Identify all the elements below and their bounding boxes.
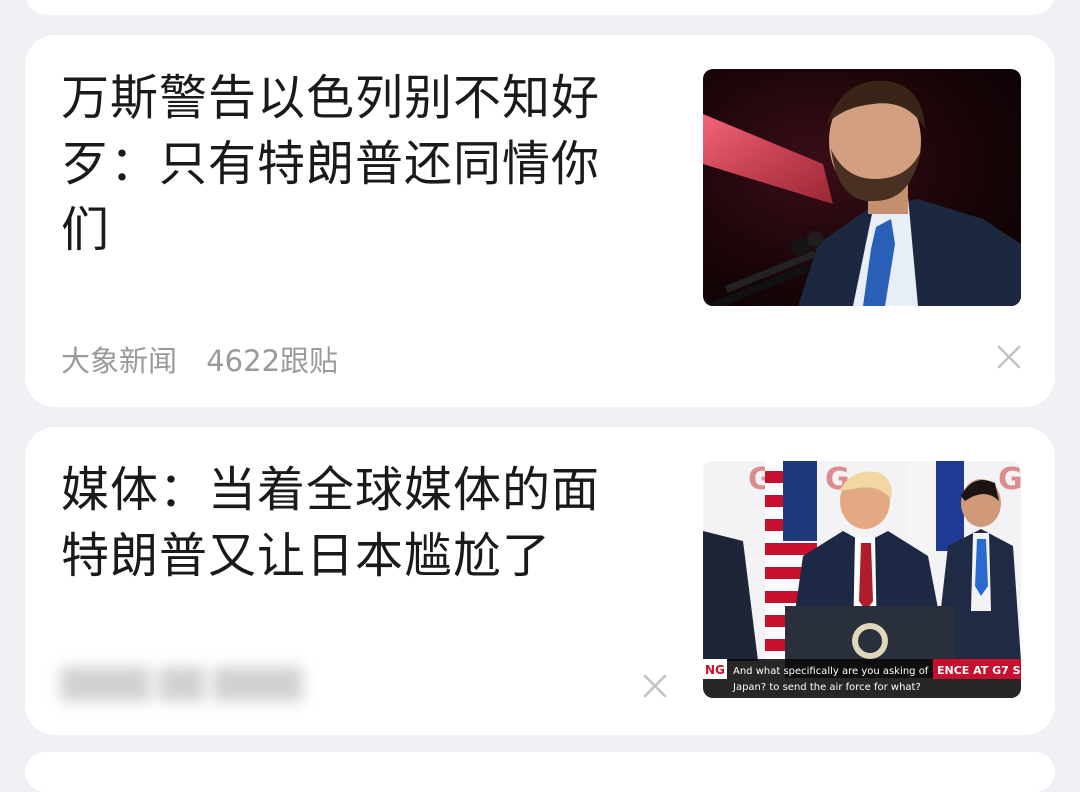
- photo-speaker-podium-icon: [703, 69, 1021, 306]
- news-card[interactable]: 万斯警告以色列别不知好歹：只有特朗普还同情你们 大象新闻 4622跟贴: [25, 35, 1055, 407]
- news-meta-placeholder: ████ ██ ████: [61, 667, 303, 701]
- news-title[interactable]: 媒体：当着全球媒体的面特朗普又让日本尴尬了: [61, 457, 631, 589]
- news-card[interactable]: 媒体：当着全球媒体的面特朗普又让日本尴尬了 G G G G: [25, 427, 1055, 735]
- close-icon[interactable]: [995, 343, 1023, 371]
- feed-card-previous[interactable]: [25, 0, 1055, 15]
- feed-card-next[interactable]: [25, 752, 1055, 792]
- ticker-label: ENCE AT G7 SUM: [937, 664, 1021, 677]
- news-thumbnail[interactable]: G G G G: [703, 461, 1021, 698]
- photo-press-conference-icon: G G G G: [703, 461, 1021, 698]
- news-meta: 大象新闻 4622跟贴: [61, 338, 358, 380]
- close-icon[interactable]: [641, 672, 669, 700]
- caption-line-2: Japan? to send the air force for what?: [732, 682, 921, 693]
- news-comment-count[interactable]: 4622跟贴: [206, 344, 338, 378]
- svg-text:G: G: [998, 462, 1021, 497]
- news-source: 大象新闻: [61, 344, 178, 378]
- news-thumbnail[interactable]: [703, 69, 1021, 306]
- news-title[interactable]: 万斯警告以色列别不知好歹：只有特朗普还同情你们: [61, 65, 631, 263]
- caption-line-1: And what specifically are you asking of: [733, 666, 929, 677]
- ticker-left-label: NG: [705, 663, 725, 677]
